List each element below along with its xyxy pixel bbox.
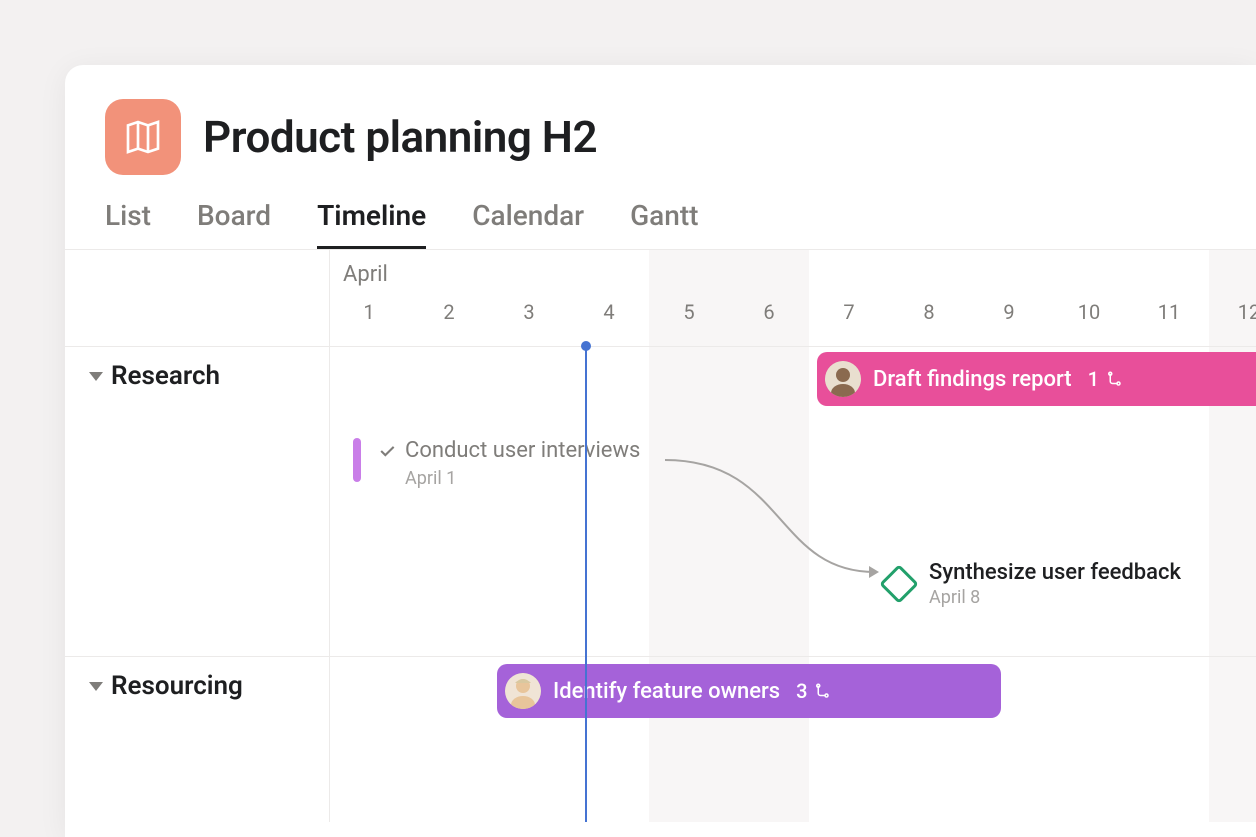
task-date: April 1	[405, 468, 456, 489]
subtask-icon	[1105, 370, 1123, 388]
chevron-down-icon	[89, 372, 103, 381]
date-cell: 9	[969, 300, 1049, 346]
date-cell: 12	[1209, 300, 1256, 346]
chevron-down-icon	[89, 682, 103, 691]
date-cell: 5	[649, 300, 729, 346]
app-window: Product planning H2 List Board Timeline …	[65, 65, 1256, 837]
task-title: Synthesize user feedback	[929, 560, 1181, 585]
today-dot	[581, 341, 591, 351]
date-cell: 7	[809, 300, 889, 346]
section-label: Research	[111, 361, 220, 391]
task-date: April 8	[929, 587, 1181, 608]
task-title: Identify feature owners	[553, 679, 780, 704]
tab-calendar[interactable]: Calendar	[472, 199, 584, 249]
date-cell: 1	[329, 300, 409, 346]
section-label: Resourcing	[111, 671, 243, 701]
subtask-icon	[813, 682, 831, 700]
milestone-diamond-icon	[879, 564, 919, 604]
tab-board[interactable]: Board	[197, 199, 271, 249]
avatar	[825, 361, 861, 397]
date-cell: 11	[1129, 300, 1209, 346]
date-cell: 4	[569, 300, 649, 346]
milestone-synthesize[interactable]: Synthesize user feedback April 8	[885, 560, 1181, 608]
milestone-text: Synthesize user feedback April 8	[929, 560, 1181, 608]
avatar	[505, 673, 541, 709]
task-bar-identify-owners[interactable]: Identify feature owners 3	[497, 664, 1001, 718]
date-cell: 3	[489, 300, 569, 346]
project-title: Product planning H2	[203, 111, 597, 163]
view-tabs: List Board Timeline Calendar Gantt	[65, 175, 1256, 250]
task-marker-interviews[interactable]	[353, 438, 361, 482]
subtask-count: 1	[1088, 367, 1123, 391]
date-cell: 6	[729, 300, 809, 346]
month-label: April	[343, 262, 388, 287]
timeline-area[interactable]: April 1 2 3 4 5 6 7 8 9 10 11 12	[65, 250, 1256, 822]
section-header-resourcing[interactable]: Resourcing	[65, 656, 329, 715]
task-title: Conduct user interviews	[405, 438, 640, 463]
today-indicator	[585, 346, 587, 822]
section-header-research[interactable]: Research	[65, 346, 329, 405]
timeline-rows: Research Draft findings report 1	[65, 346, 1256, 822]
task-title: Draft findings report	[873, 367, 1072, 392]
tab-timeline[interactable]: Timeline	[317, 199, 426, 249]
task-conduct-interviews[interactable]: Conduct user interviews April 1	[377, 438, 640, 463]
subtask-count: 3	[796, 679, 831, 703]
dependency-arrow	[645, 452, 895, 592]
date-cell: 10	[1049, 300, 1129, 346]
project-icon[interactable]	[105, 99, 181, 175]
date-cell: 8	[889, 300, 969, 346]
map-icon	[123, 117, 163, 157]
tab-list[interactable]: List	[105, 199, 151, 249]
project-header: Product planning H2	[65, 65, 1256, 175]
date-cell: 2	[409, 300, 489, 346]
date-axis: 1 2 3 4 5 6 7 8 9 10 11 12	[65, 300, 1256, 346]
tab-gantt[interactable]: Gantt	[630, 199, 698, 249]
check-icon	[377, 441, 397, 461]
task-bar-draft-findings[interactable]: Draft findings report 1	[817, 352, 1256, 406]
